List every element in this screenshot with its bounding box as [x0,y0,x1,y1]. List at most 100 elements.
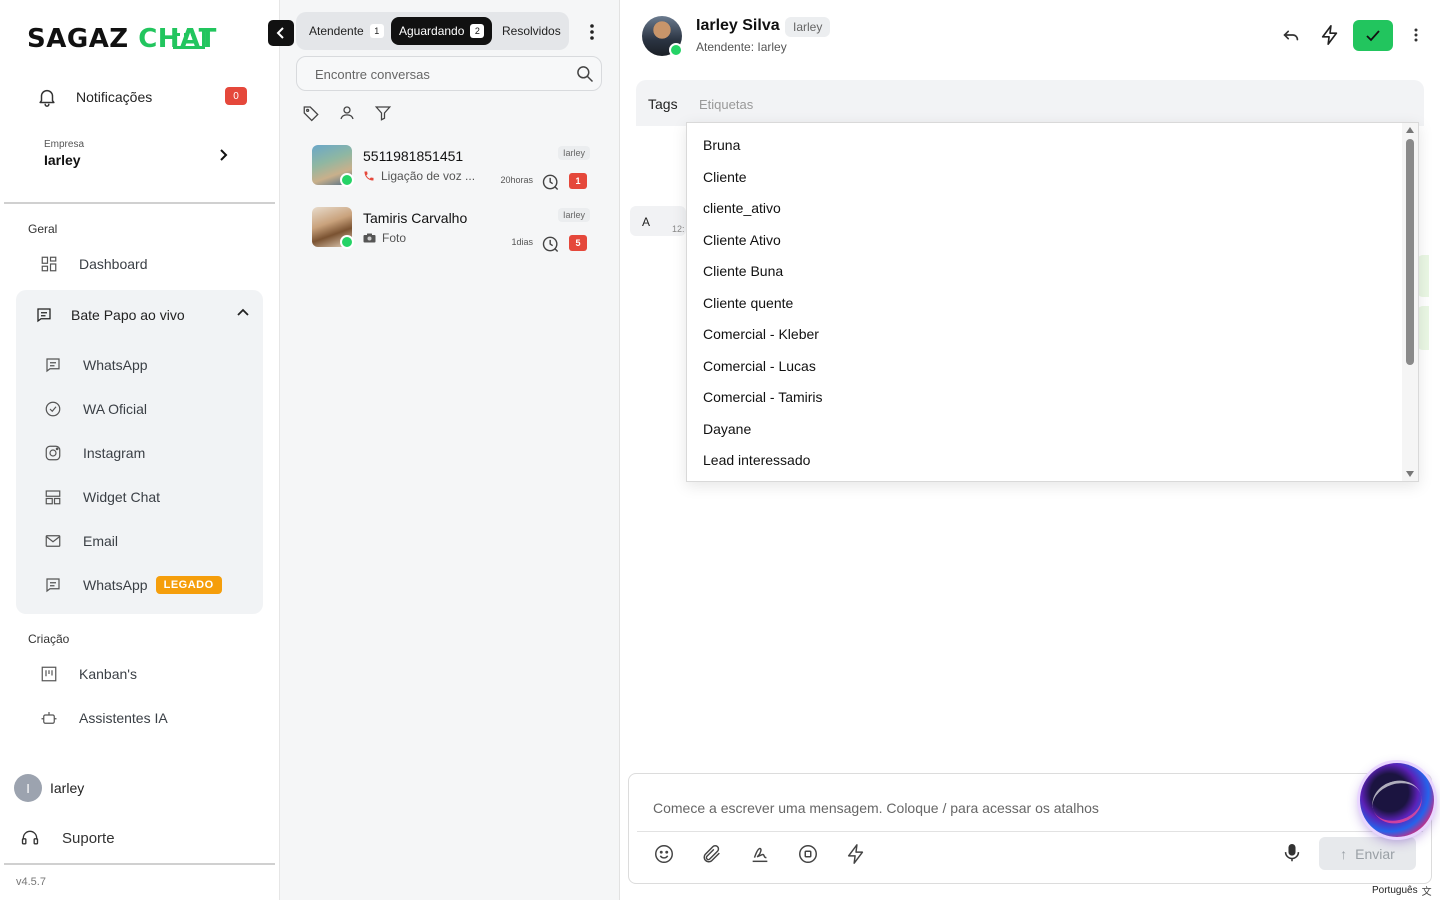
tab-aguardando[interactable]: Aguardando 2 [391,17,493,45]
tag-option[interactable]: Cliente quente [703,295,793,311]
contact-agent-tag: Iarley [785,17,831,37]
tag-icon[interactable] [302,104,320,122]
clock-icon [542,236,559,253]
instagram-icon [45,445,61,461]
nav-assistentes-ia[interactable]: Assistentes IA [40,706,168,730]
whatsapp-icon [340,235,354,249]
tab-atendente-label: Atendente [309,24,364,38]
tab-atendente[interactable]: Atendente 1 [301,17,392,45]
conversation-name: 5511981851451 [363,148,464,164]
conversation-time: 1dias [511,237,533,247]
nav-wa-oficial[interactable]: WA Oficial [44,397,147,421]
bell-icon [39,89,55,107]
emoji-icon[interactable] [653,843,675,865]
tag-option[interactable]: Lead interessado [703,452,810,468]
notifications-item[interactable]: Notificações 0 [36,84,250,110]
sidebar-bottom-divider [4,863,275,865]
nav-kanban[interactable]: Kanban's [40,662,137,686]
company-key: Empresa [44,139,85,150]
tag-option[interactable]: Comercial - Lucas [703,358,816,374]
resolve-button[interactable] [1353,20,1393,51]
nav-dashboard[interactable]: Dashboard [40,252,148,276]
conversation-item[interactable]: 5511981851451 Ligação de voz ... Iarley … [312,145,590,191]
tag-option[interactable]: Cliente Ativo [703,232,781,248]
clock-icon [542,174,559,191]
notifications-count-badge: 0 [225,87,247,105]
language-selector[interactable]: Português 文 [1372,883,1432,898]
scroll-down-icon[interactable] [1406,471,1414,477]
tag-option[interactable]: Dayane [703,421,751,437]
tab-aguardando-label: Aguardando [399,24,465,38]
contact-name: Iarley Silva [696,17,780,34]
tag-option[interactable]: cliente_ativo [703,200,781,216]
nav-whatsapp[interactable]: WhatsApp [44,353,148,377]
unread-badge: 5 [569,235,587,251]
live-chat-toggle[interactable]: Bate Papo ao vivo [35,303,250,327]
tags-input[interactable]: Etiquetas [699,97,753,112]
signature-icon[interactable] [749,843,771,865]
chat-lines-icon [37,308,51,323]
tags-bar: Tags Etiquetas [636,80,1424,126]
nav-whatsapp-legado[interactable]: WhatsApp LEGADO [44,573,222,597]
undo-icon[interactable] [1280,24,1302,46]
nav-widget-chat[interactable]: Widget Chat [44,485,160,509]
conversation-name: Tamiris Carvalho [363,210,468,226]
message-composer: Comece a escrever uma mensagem. Coloque … [628,773,1432,884]
ai-assistant-orb-icon[interactable] [1360,763,1434,837]
legado-badge: LEGADO [155,576,222,594]
tag-option[interactable]: Comercial - Kleber [703,326,819,342]
unread-badge: 1 [569,173,587,189]
paperclip-icon[interactable] [701,843,723,865]
collapse-sidebar-button[interactable] [268,20,294,46]
tag-option[interactable]: Cliente Buna [703,263,783,279]
chevron-right-icon [220,149,228,161]
nav-kanban-label: Kanban's [79,666,137,682]
filter-icon[interactable] [374,104,392,122]
robot-icon [41,712,57,724]
phone-icon [364,171,374,181]
mail-icon [45,535,61,547]
chat-lines-icon [46,358,60,373]
section-creation-title: Criação [28,632,70,646]
chat-lines-icon [46,578,60,593]
tab-resolvidos-label: Resolvidos [502,24,561,38]
microphone-icon[interactable] [1281,841,1303,865]
support-label: Suporte [62,829,115,847]
tag-option[interactable]: Cliente [703,169,747,185]
scrollbar-thumb[interactable] [1406,139,1414,365]
support-link[interactable]: Suporte [20,828,115,848]
conversation-item[interactable]: Tamiris Carvalho Foto Iarley 1dias 5 [312,207,590,253]
tag-option[interactable]: Comercial - Tamiris [703,389,823,405]
message-input[interactable]: Comece a escrever uma mensagem. Coloque … [653,800,1099,816]
tags-dropdown: Bruna Cliente cliente_ativo Cliente Ativ… [686,122,1419,482]
nav-whatsapp-label: WhatsApp [83,357,148,373]
send-button[interactable]: ↑ Enviar [1319,837,1416,870]
dropdown-scrollbar[interactable] [1402,123,1418,481]
filter-bar [302,104,410,122]
search-icon[interactable] [575,64,595,84]
more-vertical-icon[interactable] [585,22,599,42]
scroll-up-icon[interactable] [1406,127,1414,133]
lightning-icon[interactable] [1319,24,1341,46]
lightning-icon[interactable] [845,843,867,865]
whatsapp-icon [669,43,683,57]
user-icon[interactable] [338,104,356,122]
version-label: v4.5.7 [16,876,46,888]
logo-chat-icon [173,31,205,49]
search-input[interactable]: Encontre conversas [315,67,430,82]
record-icon[interactable] [797,843,819,865]
tab-resolvidos[interactable]: Resolvidos [494,17,569,45]
conversation-preview: Foto [363,231,406,245]
sidebar-divider [4,202,275,204]
nav-instagram[interactable]: Instagram [44,441,145,465]
more-vertical-icon[interactable] [1406,24,1426,46]
company-selector[interactable]: Empresa Iarley [44,139,244,168]
check-icon [1366,29,1380,41]
user-profile[interactable]: I Iarley [14,774,84,802]
nav-email[interactable]: Email [44,529,118,553]
conversation-search[interactable]: Encontre conversas [296,56,602,91]
notifications-label: Notificações [76,89,153,105]
tag-option[interactable]: Bruna [703,137,740,153]
status-tabs: Atendente 1 Aguardando 2 Resolvidos [296,12,569,50]
chevron-up-icon [237,308,249,316]
